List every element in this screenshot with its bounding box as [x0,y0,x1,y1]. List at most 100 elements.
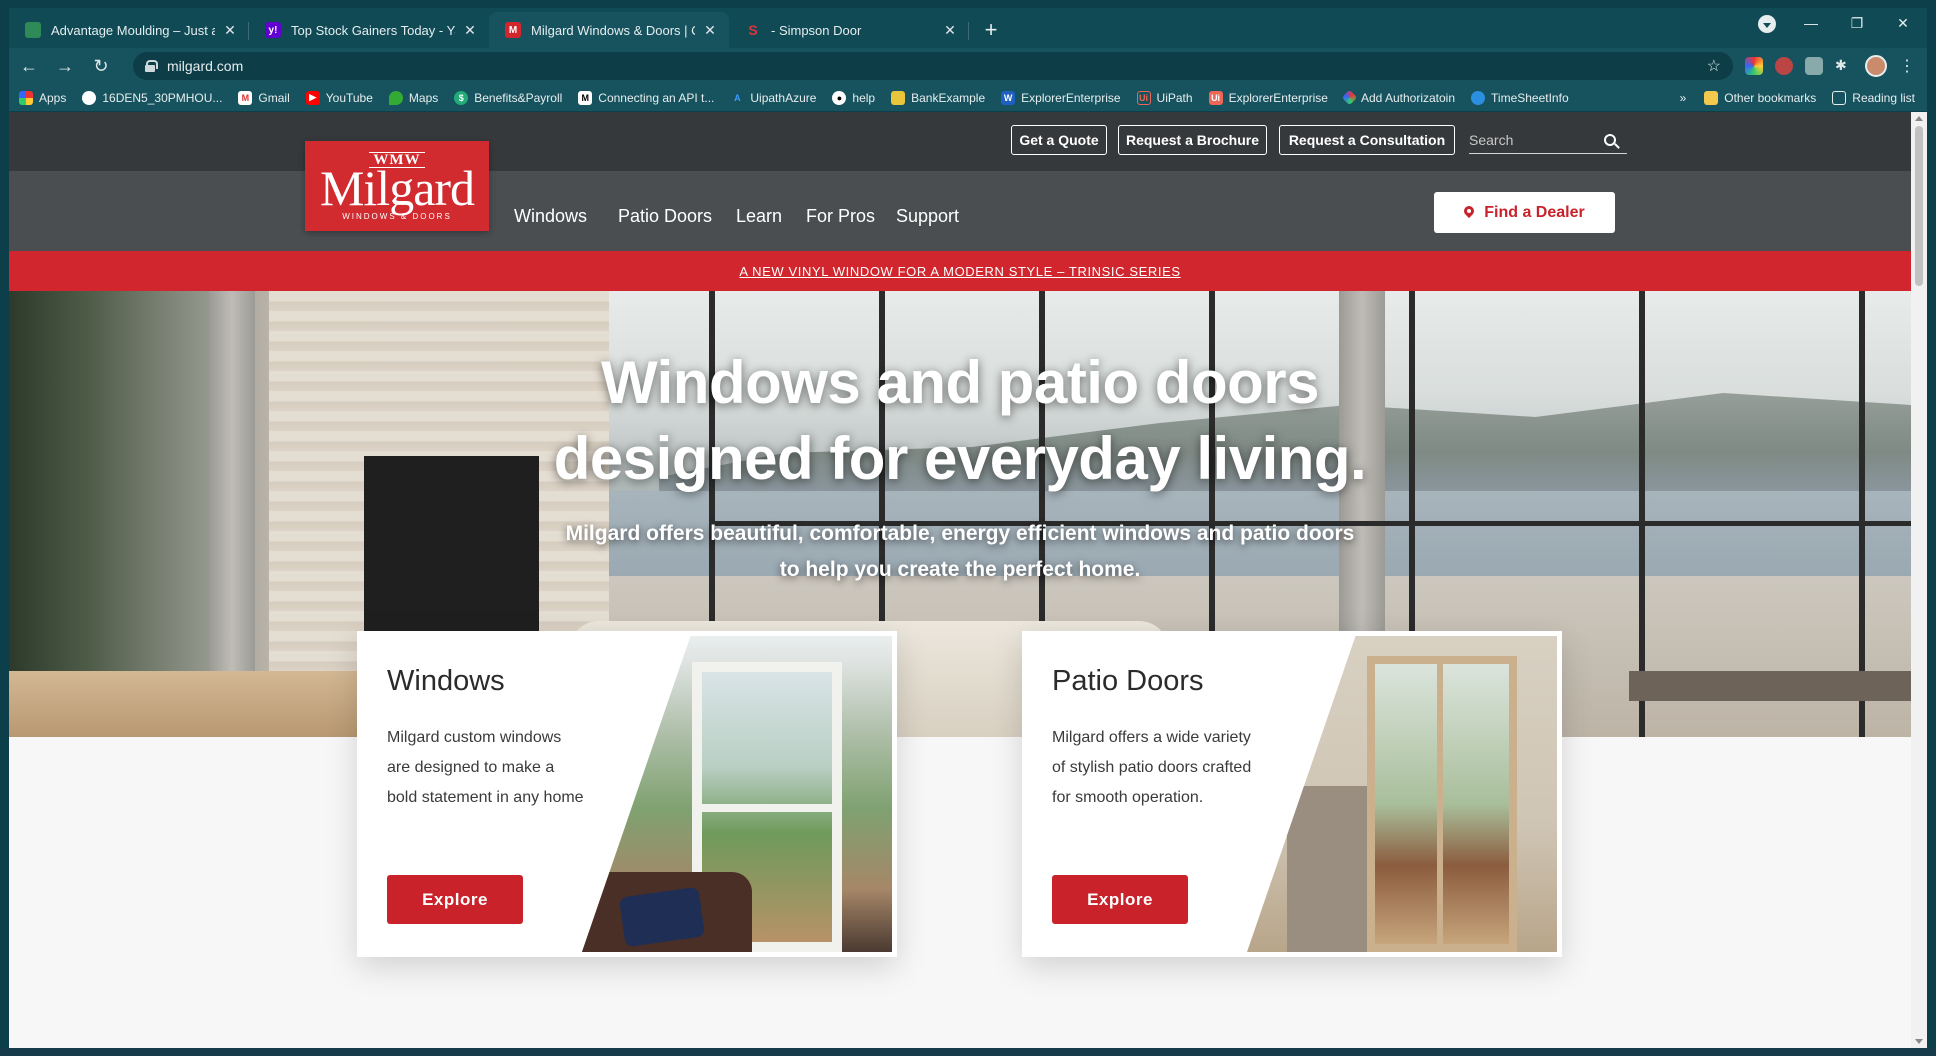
scroll-up-icon[interactable] [1915,116,1923,121]
close-icon[interactable]: ✕ [941,21,959,39]
card-text: Milgard custom windows are designed to m… [387,729,584,806]
extension-icon[interactable] [1745,57,1763,75]
bookmark-explorerenterprise-2[interactable]: Ui ExplorerEnterprise [1208,90,1328,105]
diamond-icon [1341,89,1358,106]
url-text[interactable]: milgard.com [167,58,1707,74]
bookmark-label: ExplorerEnterprise [1021,90,1121,105]
bookmark-label: ExplorerEnterprise [1228,90,1328,105]
hero-subtitle: Milgard offers beautiful, comfortable, e… [9,516,1911,588]
tab-search-icon[interactable] [1758,15,1776,33]
bookmark-help[interactable]: ● help [832,90,875,105]
nav-learn[interactable]: Learn [736,206,782,227]
close-icon[interactable]: ✕ [461,21,479,39]
scroll-down-icon[interactable] [1915,1039,1923,1044]
other-bookmarks[interactable]: Other bookmarks [1704,91,1816,105]
sliding-door [1367,656,1517,952]
close-icon[interactable]: ✕ [701,21,719,39]
forward-icon[interactable]: → [49,50,81,82]
bookmarks-overflow[interactable]: » [1680,91,1687,105]
card-title: Patio Doors [1052,665,1204,697]
bookmark-add-authorization[interactable]: Add Authorizatoin [1341,89,1455,106]
hero-headline-line2: designed for everyday living. [553,425,1367,492]
bookmark-label: Other bookmarks [1724,91,1817,105]
reading-list-icon [1832,91,1847,105]
card-title: Windows [387,665,505,697]
logo-tagline: WINDOWS & DOORS [342,211,452,221]
bookmark-label: TimeSheetInfo [1491,90,1569,105]
bookmark-benefits[interactable]: $ Benefits&Payroll [454,90,562,105]
request-consultation-button[interactable]: Request a Consultation [1279,125,1455,155]
hero-image: Windows and patio doors designed for eve… [9,291,1911,737]
hero-table [1629,671,1911,701]
tab-advantage-moulding[interactable]: Advantage Moulding – Just anoth ✕ [9,12,249,48]
bookmark-youtube[interactable]: ▶ YouTube [305,90,373,105]
promo-link[interactable]: A NEW VINYL WINDOW FOR A MODERN STYLE – … [739,264,1180,279]
extension-icon[interactable] [1775,57,1793,75]
page-viewport: Get a Quote Request a Brochure Request a… [9,112,1911,1048]
reload-icon[interactable]: ↻ [85,50,117,82]
search-icon[interactable] [1604,134,1616,146]
get-a-quote-button[interactable]: Get a Quote [1011,125,1107,155]
menu-icon[interactable]: ⋮ [1899,56,1915,76]
medium-icon: M [578,90,593,105]
tab-milgard[interactable]: M Milgard Windows & Doors | Cust ✕ [489,12,729,48]
close-icon[interactable]: ✕ [221,21,239,39]
bookmark-star-icon[interactable]: ☆ [1707,56,1721,76]
avatar[interactable] [1865,55,1887,77]
taskbar [0,1048,1936,1056]
tab-simpson-door[interactable]: S - Simpson Door ✕ [729,12,969,48]
close-window-icon[interactable]: ✕ [1880,15,1926,32]
bookmark-apps[interactable]: Apps [19,90,66,105]
explore-patio-doors-button[interactable]: Explore [1052,875,1188,924]
hero-subtitle-line2: to help you create the perfect home. [779,558,1141,581]
bookmark-uipathazure[interactable]: A UipathAzure [730,91,816,105]
minimize-icon[interactable]: — [1788,15,1834,31]
request-brochure-button[interactable]: Request a Brochure [1118,125,1267,155]
bookmark-uipath[interactable]: Ui UiPath [1136,90,1193,105]
bookmark-label: BankExample [911,90,986,105]
bookmark-explorerenterprise[interactable]: W ExplorerEnterprise [1001,90,1121,105]
extension-icon[interactable] [1805,57,1823,75]
address-bar[interactable]: milgard.com ☆ [133,52,1733,80]
bookmark-bankexample[interactable]: BankExample [891,90,986,105]
nav-for-pros[interactable]: For Pros [806,206,875,227]
azure-icon: A [734,92,741,103]
nav-patio-doors[interactable]: Patio Doors [618,206,712,227]
nav-windows[interactable]: Windows [514,206,587,227]
nav-support[interactable]: Support [896,206,959,227]
promo-banner: A NEW VINYL WINDOW FOR A MODERN STYLE – … [9,251,1911,291]
back-icon[interactable]: ← [13,50,45,82]
explore-windows-button[interactable]: Explore [387,875,523,924]
bookmark-label: Connecting an API t... [598,90,715,105]
page-scrollbar[interactable] [1911,112,1927,1048]
windows-card-photo [582,636,892,952]
lock-icon[interactable] [145,60,158,72]
bookmark-label: YouTube [325,90,373,105]
maps-icon [388,90,403,105]
puzzle-icon[interactable]: ✱ [1835,57,1853,75]
hero-subtitle-line1: Milgard offers beautiful, comfortable, e… [565,522,1355,545]
browser-toolbar: ← → ↻ milgard.com ☆ ✱ ⋮ [9,48,1927,84]
reading-list[interactable]: Reading list [1832,91,1915,105]
tab-yahoo[interactable]: y! Top Stock Gainers Today - Yahoo ✕ [249,12,489,48]
bookmark-label: UipathAzure [750,90,817,105]
find-a-dealer-button[interactable]: Find a Dealer [1434,192,1615,233]
bookmark-gmail[interactable]: M Gmail [238,90,290,105]
milgard-logo[interactable]: WMW Milgard WINDOWS & DOORS [305,141,489,231]
tab-title: - Simpson Door [771,22,862,38]
new-tab-button[interactable]: + [975,14,1007,46]
scroll-thumb[interactable] [1915,126,1923,286]
bookmark-16den5[interactable]: 16DEN5_30PMHOU... [82,90,222,105]
bookmark-maps[interactable]: Maps [388,90,438,105]
main-nav [9,171,1911,251]
word-icon: W [1001,90,1016,105]
tab-favicon: S [748,22,758,38]
bookmarks-right: » Other bookmarks Reading list [1680,84,1919,112]
tab-favicon: M [505,22,521,38]
bookmark-connecting-api[interactable]: M Connecting an API t... [578,90,715,105]
cloud-icon [1471,90,1486,105]
restore-icon[interactable]: ❐ [1834,15,1880,32]
tab-title: Milgard Windows & Doors | Cust [531,22,695,38]
apps-icon [19,90,33,105]
bookmark-timesheetinfo[interactable]: TimeSheetInfo [1471,90,1569,105]
